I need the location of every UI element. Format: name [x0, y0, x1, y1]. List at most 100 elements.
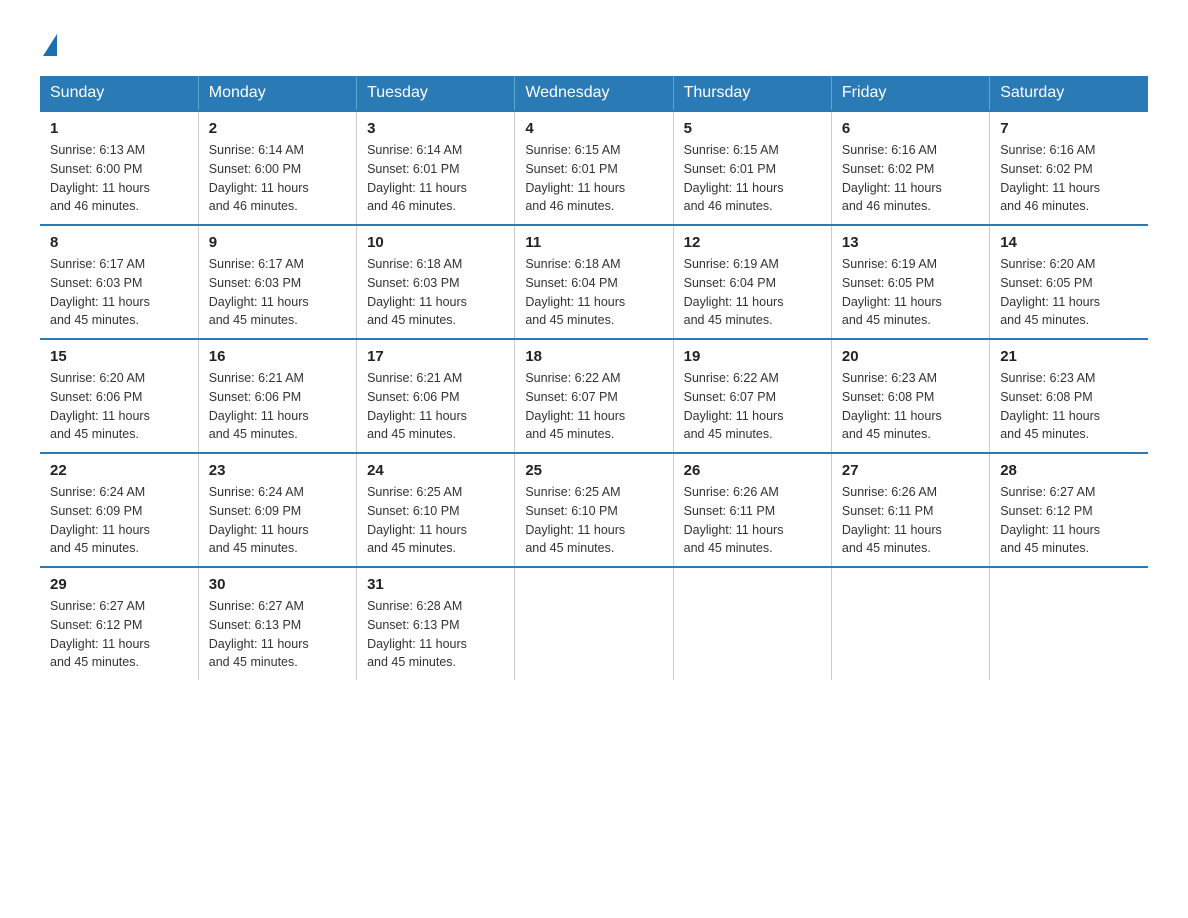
day-info: Sunrise: 6:27 AM Sunset: 6:12 PM Dayligh…: [1000, 483, 1138, 558]
day-info: Sunrise: 6:14 AM Sunset: 6:01 PM Dayligh…: [367, 141, 504, 216]
day-number: 8: [50, 234, 188, 251]
day-number: 16: [209, 348, 346, 365]
calendar-cell: 10 Sunrise: 6:18 AM Sunset: 6:03 PM Dayl…: [357, 225, 515, 339]
day-number: 28: [1000, 462, 1138, 479]
day-info: Sunrise: 6:27 AM Sunset: 6:13 PM Dayligh…: [209, 597, 346, 672]
day-info: Sunrise: 6:21 AM Sunset: 6:06 PM Dayligh…: [209, 369, 346, 444]
header-wednesday: Wednesday: [515, 76, 673, 111]
calendar-cell: 30 Sunrise: 6:27 AM Sunset: 6:13 PM Dayl…: [198, 567, 356, 680]
day-number: 25: [525, 462, 662, 479]
calendar-cell: 26 Sunrise: 6:26 AM Sunset: 6:11 PM Dayl…: [673, 453, 831, 567]
day-info: Sunrise: 6:17 AM Sunset: 6:03 PM Dayligh…: [50, 255, 188, 330]
day-info: Sunrise: 6:16 AM Sunset: 6:02 PM Dayligh…: [842, 141, 979, 216]
calendar-cell: [990, 567, 1148, 680]
calendar-cell: 28 Sunrise: 6:27 AM Sunset: 6:12 PM Dayl…: [990, 453, 1148, 567]
calendar-cell: 24 Sunrise: 6:25 AM Sunset: 6:10 PM Dayl…: [357, 453, 515, 567]
day-info: Sunrise: 6:27 AM Sunset: 6:12 PM Dayligh…: [50, 597, 188, 672]
day-number: 26: [684, 462, 821, 479]
day-info: Sunrise: 6:15 AM Sunset: 6:01 PM Dayligh…: [525, 141, 662, 216]
day-number: 18: [525, 348, 662, 365]
calendar-cell: 19 Sunrise: 6:22 AM Sunset: 6:07 PM Dayl…: [673, 339, 831, 453]
day-number: 13: [842, 234, 979, 251]
day-info: Sunrise: 6:19 AM Sunset: 6:04 PM Dayligh…: [684, 255, 821, 330]
calendar-week-row: 8 Sunrise: 6:17 AM Sunset: 6:03 PM Dayli…: [40, 225, 1148, 339]
day-info: Sunrise: 6:17 AM Sunset: 6:03 PM Dayligh…: [209, 255, 346, 330]
day-number: 3: [367, 120, 504, 137]
calendar-cell: 8 Sunrise: 6:17 AM Sunset: 6:03 PM Dayli…: [40, 225, 198, 339]
calendar-cell: 15 Sunrise: 6:20 AM Sunset: 6:06 PM Dayl…: [40, 339, 198, 453]
day-number: 4: [525, 120, 662, 137]
day-info: Sunrise: 6:14 AM Sunset: 6:00 PM Dayligh…: [209, 141, 346, 216]
day-number: 17: [367, 348, 504, 365]
calendar-header-row: SundayMondayTuesdayWednesdayThursdayFrid…: [40, 76, 1148, 111]
day-number: 5: [684, 120, 821, 137]
calendar-cell: 5 Sunrise: 6:15 AM Sunset: 6:01 PM Dayli…: [673, 111, 831, 225]
calendar-cell: [673, 567, 831, 680]
day-info: Sunrise: 6:24 AM Sunset: 6:09 PM Dayligh…: [209, 483, 346, 558]
calendar-cell: 23 Sunrise: 6:24 AM Sunset: 6:09 PM Dayl…: [198, 453, 356, 567]
day-info: Sunrise: 6:25 AM Sunset: 6:10 PM Dayligh…: [367, 483, 504, 558]
calendar-cell: 22 Sunrise: 6:24 AM Sunset: 6:09 PM Dayl…: [40, 453, 198, 567]
calendar-cell: 6 Sunrise: 6:16 AM Sunset: 6:02 PM Dayli…: [831, 111, 989, 225]
calendar-cell: 27 Sunrise: 6:26 AM Sunset: 6:11 PM Dayl…: [831, 453, 989, 567]
header-monday: Monday: [198, 76, 356, 111]
day-info: Sunrise: 6:26 AM Sunset: 6:11 PM Dayligh…: [684, 483, 821, 558]
header-tuesday: Tuesday: [357, 76, 515, 111]
calendar-cell: 25 Sunrise: 6:25 AM Sunset: 6:10 PM Dayl…: [515, 453, 673, 567]
header-friday: Friday: [831, 76, 989, 111]
calendar-cell: [831, 567, 989, 680]
calendar-cell: 4 Sunrise: 6:15 AM Sunset: 6:01 PM Dayli…: [515, 111, 673, 225]
calendar-week-row: 15 Sunrise: 6:20 AM Sunset: 6:06 PM Dayl…: [40, 339, 1148, 453]
day-info: Sunrise: 6:20 AM Sunset: 6:06 PM Dayligh…: [50, 369, 188, 444]
day-info: Sunrise: 6:13 AM Sunset: 6:00 PM Dayligh…: [50, 141, 188, 216]
day-info: Sunrise: 6:26 AM Sunset: 6:11 PM Dayligh…: [842, 483, 979, 558]
calendar-cell: 21 Sunrise: 6:23 AM Sunset: 6:08 PM Dayl…: [990, 339, 1148, 453]
day-number: 27: [842, 462, 979, 479]
day-number: 1: [50, 120, 188, 137]
header-sunday: Sunday: [40, 76, 198, 111]
calendar-cell: 11 Sunrise: 6:18 AM Sunset: 6:04 PM Dayl…: [515, 225, 673, 339]
day-info: Sunrise: 6:21 AM Sunset: 6:06 PM Dayligh…: [367, 369, 504, 444]
day-number: 2: [209, 120, 346, 137]
day-number: 14: [1000, 234, 1138, 251]
day-info: Sunrise: 6:19 AM Sunset: 6:05 PM Dayligh…: [842, 255, 979, 330]
day-number: 22: [50, 462, 188, 479]
calendar-cell: 31 Sunrise: 6:28 AM Sunset: 6:13 PM Dayl…: [357, 567, 515, 680]
day-number: 7: [1000, 120, 1138, 137]
calendar-cell: 3 Sunrise: 6:14 AM Sunset: 6:01 PM Dayli…: [357, 111, 515, 225]
calendar-cell: 1 Sunrise: 6:13 AM Sunset: 6:00 PM Dayli…: [40, 111, 198, 225]
logo: [40, 30, 57, 56]
day-info: Sunrise: 6:15 AM Sunset: 6:01 PM Dayligh…: [684, 141, 821, 216]
day-info: Sunrise: 6:18 AM Sunset: 6:03 PM Dayligh…: [367, 255, 504, 330]
calendar-week-row: 22 Sunrise: 6:24 AM Sunset: 6:09 PM Dayl…: [40, 453, 1148, 567]
day-info: Sunrise: 6:23 AM Sunset: 6:08 PM Dayligh…: [842, 369, 979, 444]
header: [40, 30, 1148, 56]
calendar-cell: 13 Sunrise: 6:19 AM Sunset: 6:05 PM Dayl…: [831, 225, 989, 339]
day-number: 9: [209, 234, 346, 251]
calendar-cell: 9 Sunrise: 6:17 AM Sunset: 6:03 PM Dayli…: [198, 225, 356, 339]
day-info: Sunrise: 6:23 AM Sunset: 6:08 PM Dayligh…: [1000, 369, 1138, 444]
calendar-week-row: 1 Sunrise: 6:13 AM Sunset: 6:00 PM Dayli…: [40, 111, 1148, 225]
day-info: Sunrise: 6:16 AM Sunset: 6:02 PM Dayligh…: [1000, 141, 1138, 216]
logo-triangle-icon: [43, 34, 57, 56]
day-number: 6: [842, 120, 979, 137]
calendar-cell: 2 Sunrise: 6:14 AM Sunset: 6:00 PM Dayli…: [198, 111, 356, 225]
day-number: 20: [842, 348, 979, 365]
calendar-cell: 17 Sunrise: 6:21 AM Sunset: 6:06 PM Dayl…: [357, 339, 515, 453]
header-thursday: Thursday: [673, 76, 831, 111]
day-number: 31: [367, 576, 504, 593]
calendar-table: SundayMondayTuesdayWednesdayThursdayFrid…: [40, 76, 1148, 680]
calendar-cell: [515, 567, 673, 680]
calendar-cell: 14 Sunrise: 6:20 AM Sunset: 6:05 PM Dayl…: [990, 225, 1148, 339]
day-info: Sunrise: 6:25 AM Sunset: 6:10 PM Dayligh…: [525, 483, 662, 558]
day-number: 29: [50, 576, 188, 593]
day-info: Sunrise: 6:24 AM Sunset: 6:09 PM Dayligh…: [50, 483, 188, 558]
day-info: Sunrise: 6:22 AM Sunset: 6:07 PM Dayligh…: [684, 369, 821, 444]
day-number: 10: [367, 234, 504, 251]
day-number: 30: [209, 576, 346, 593]
day-number: 12: [684, 234, 821, 251]
calendar-week-row: 29 Sunrise: 6:27 AM Sunset: 6:12 PM Dayl…: [40, 567, 1148, 680]
day-number: 21: [1000, 348, 1138, 365]
calendar-cell: 20 Sunrise: 6:23 AM Sunset: 6:08 PM Dayl…: [831, 339, 989, 453]
day-info: Sunrise: 6:20 AM Sunset: 6:05 PM Dayligh…: [1000, 255, 1138, 330]
